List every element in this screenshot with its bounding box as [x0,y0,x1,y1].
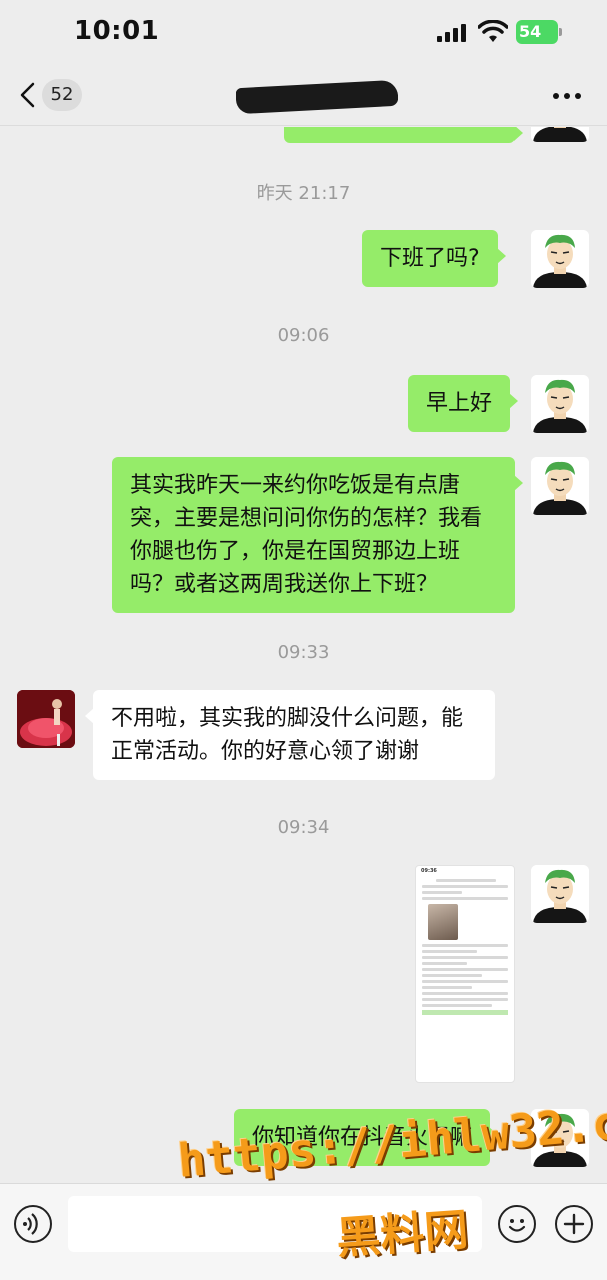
zoro-avatar-icon [531,230,589,288]
timestamp: 09:06 [277,325,330,346]
battery-icon: 54 [516,20,558,44]
timestamp: 昨天 21:17 [256,183,351,204]
emoji-icon[interactable] [498,1205,536,1243]
message-bubble[interactable]: 其实我昨天一来约你吃饭是有点唐突，主要是想问问你伤的怎样？我看你腿也伤了，你是在… [112,457,523,613]
message-bubble[interactable]: 下班了吗? [362,230,506,287]
image-message[interactable]: 09:36 [415,865,515,1083]
battery-nub [559,28,562,36]
avatar[interactable] [17,690,75,748]
zoro-avatar-icon [531,457,589,515]
zoro-avatar-icon [531,375,589,433]
contact-avatar-icon [17,690,75,748]
zoro-avatar-icon [531,127,589,142]
input-bar [0,1183,607,1280]
avatar[interactable] [531,865,589,923]
message-bubble[interactable]: 不用啦，其实我的脚没什么问题，能正常活动。你的好意心领了谢谢 [85,690,495,780]
battery-level: 54 [519,22,542,41]
signal-icon [437,24,469,42]
plus-icon[interactable] [555,1205,593,1243]
status-bar: 10:01 54 [0,0,607,64]
timestamp: 09:33 [277,642,330,663]
chat-header: 52 [0,64,607,126]
message-bubble-partial[interactable] [284,127,523,143]
status-time: 10:01 [74,16,160,46]
wifi-icon [478,20,508,42]
chat-title [236,76,398,116]
timestamp: 09:34 [277,817,330,838]
avatar[interactable] [531,127,589,142]
avatar[interactable] [531,230,589,288]
message-list[interactable]: 昨天 21:17 下班了吗? 09:06 早上好 其实我昨天一来约你吃饭是有点唐… [0,127,607,1183]
avatar[interactable] [531,457,589,515]
back-chevron-icon [20,82,35,108]
message-bubble[interactable]: 早上好 [408,375,519,432]
voice-icon[interactable] [14,1205,52,1243]
watermark-name: 黑料网 [334,1204,470,1265]
more-icon[interactable] [553,92,581,100]
redaction-scribble [236,79,398,115]
unread-count-badge: 52 [42,79,82,111]
back-button[interactable]: 52 [18,78,98,112]
zoro-avatar-icon [531,865,589,923]
avatar[interactable] [531,375,589,433]
image-status-time: 09:36 [421,868,437,874]
